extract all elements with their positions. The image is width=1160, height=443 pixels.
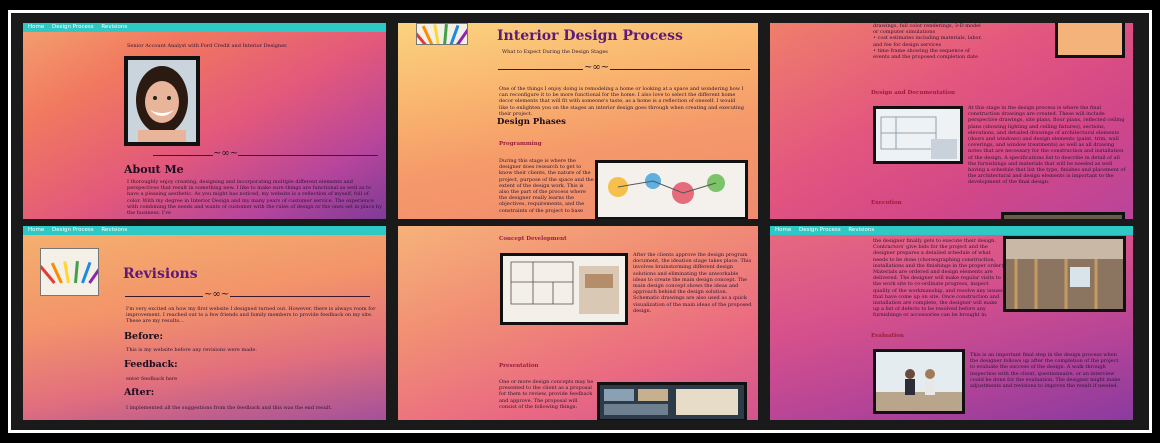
divider-line-left [498, 69, 583, 70]
panel-revisions: Home Design Process Revisions Revisions … [23, 226, 386, 420]
flourish-ornament: ~∞~ [204, 289, 230, 300]
evaluation-heading: Evaluation [871, 333, 904, 339]
proposal-list: drawings, full color renderings, 3-D mod… [873, 23, 982, 61]
divider-line-left [153, 155, 213, 156]
nav-design-process[interactable]: Design Process [799, 227, 841, 233]
programming-text: During this stage is where the designer … [499, 158, 594, 214]
flourish-ornament: ~∞~ [584, 62, 610, 73]
divider-line-right [610, 69, 750, 70]
presentation-text: One or more design concepts may be prese… [499, 379, 594, 410]
phases-heading: Design Phases [497, 117, 566, 127]
feedback-heading: Feedback: [124, 359, 178, 370]
nav-revisions[interactable]: Revisions [101, 24, 127, 30]
before-text: This is my website before any revisions … [126, 347, 257, 353]
concept-sketch-image [500, 253, 628, 325]
programming-image [595, 160, 748, 219]
panel-concept-development: Concept Development After the clients ap… [398, 226, 758, 420]
nav-design-process[interactable]: Design Process [52, 227, 94, 233]
color-swatch-logo [416, 23, 468, 45]
about-text: I thoroughly enjoy creating, designing a… [127, 179, 382, 217]
nav-design-process[interactable]: Design Process [52, 24, 94, 30]
profile-photo [124, 56, 200, 146]
programming-heading: Programming [499, 141, 542, 147]
blueprint-image [873, 106, 963, 164]
nav-revisions[interactable]: Revisions [848, 227, 874, 233]
panel-about: Home Design Process Revisions Senior Acc… [23, 23, 386, 219]
page-title: Interior Design Process [497, 28, 683, 44]
evaluation-text: This is an important final step in the d… [970, 352, 1121, 390]
panel-design-process: Interior Design Process What to Expect D… [398, 23, 758, 219]
page-subtitle: What to Expect During the Design Stages [502, 49, 608, 55]
divider-line-left [125, 296, 203, 297]
before-heading: Before: [124, 331, 164, 342]
execution-heading: Execution [871, 200, 902, 206]
panel-execution-evaluation: Home Design Process Revisions the design… [770, 226, 1133, 420]
feedback-text: enter feedback here [126, 376, 178, 382]
presentation-board-image [597, 382, 747, 420]
execution-image-top [1001, 212, 1125, 219]
about-heading: About Me [124, 163, 184, 176]
evaluation-image [873, 349, 965, 414]
color-swatch-logo [40, 248, 99, 296]
nav-home[interactable]: Home [28, 227, 44, 233]
documentation-heading: Design and Documentation [871, 90, 956, 96]
panel-design-documentation: drawings, full color renderings, 3-D mod… [770, 23, 1133, 219]
intro-text: One of the things I enjoy doing is remod… [499, 86, 744, 117]
presentation-heading: Presentation [499, 363, 539, 369]
after-text: I implemented all the suggestions from t… [126, 405, 332, 411]
revisions-intro: I'm very excited on how my first website… [126, 306, 376, 325]
concept-heading: Concept Development [499, 236, 567, 242]
top-nav: Home Design Process Revisions [23, 23, 386, 32]
top-nav: Home Design Process Revisions [23, 226, 386, 235]
after-heading: After: [124, 387, 155, 398]
divider-line-right [238, 155, 378, 156]
construction-site-image [1003, 236, 1126, 312]
nav-home[interactable]: Home [775, 227, 791, 233]
execution-text: the designer finally gets to execute the… [873, 238, 1005, 319]
concept-text: After the clients approve the design pro… [633, 252, 752, 314]
nav-revisions[interactable]: Revisions [101, 227, 127, 233]
nav-home[interactable]: Home [28, 24, 44, 30]
revisions-title: Revisions [123, 266, 198, 282]
top-nav: Home Design Process Revisions [770, 226, 1133, 235]
divider-line-right [230, 296, 370, 297]
proposal-image [1055, 23, 1125, 58]
flourish-ornament: ~∞~ [213, 148, 239, 159]
documentation-text: At this stage in the design process is w… [968, 105, 1126, 186]
profile-subtitle: Senior Account Analyst with Ford Credit … [127, 43, 288, 49]
